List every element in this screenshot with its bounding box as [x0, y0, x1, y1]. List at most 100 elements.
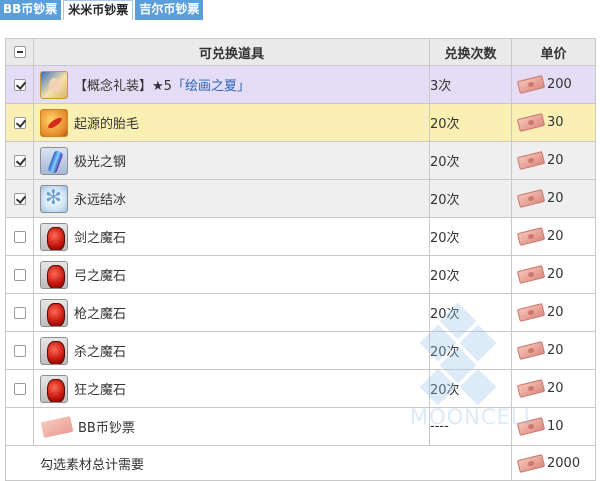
price-cell: 20: [511, 141, 596, 180]
phoenix-feather-icon: [40, 108, 68, 137]
count-cell: 20次: [429, 293, 512, 332]
price-cell: 20: [511, 255, 596, 294]
count-cell: 20次: [429, 369, 512, 408]
ticket-row: BB币钞票 ---- 10: [5, 407, 596, 446]
item-name: 杀之魔石: [74, 345, 127, 360]
item-name: 剑之魔石: [74, 231, 127, 246]
row-checkbox[interactable]: [13, 78, 26, 91]
row-checkbox-cell: [5, 255, 34, 294]
item-cell: 极光之钢: [33, 141, 430, 180]
item-cell: BB币钞票: [33, 407, 430, 446]
aurora-steel-icon: [40, 146, 68, 175]
item-name: 弓之魔石: [74, 269, 127, 284]
row-checkbox[interactable]: [13, 154, 26, 167]
row-checkbox[interactable]: [13, 230, 26, 243]
count-cell: 20次: [429, 141, 512, 180]
berserker-gem-icon: [40, 374, 68, 403]
lancer-gem-icon: [40, 298, 68, 327]
item-cell: 狂之魔石: [33, 369, 430, 408]
item-name: 永远结冰: [74, 193, 127, 208]
table-row: 剑之魔石 20次 20: [5, 217, 596, 256]
count-cell: 20次: [429, 179, 512, 218]
price-cell: 20: [511, 293, 596, 332]
mimi-ticket-icon: [516, 417, 546, 436]
price-value: 10: [547, 419, 564, 434]
item-name: 极光之钢: [74, 155, 127, 170]
table-row: 永远结冰 20次 20: [5, 179, 596, 218]
total-row: 勾选素材总计需要 2000: [5, 445, 596, 481]
price-value: 30: [547, 115, 564, 130]
row-checkbox[interactable]: [13, 192, 26, 205]
table-row: 弓之魔石 20次 20: [5, 255, 596, 294]
mimi-ticket-icon: [516, 379, 546, 398]
item-prefix: 【概念礼装】★5: [74, 79, 172, 94]
price-value: 200: [547, 77, 572, 92]
price-value: 20: [547, 343, 564, 358]
table-header-row: 可兑换道具 兑换次数 单价: [5, 38, 596, 66]
price-cell: 200: [511, 65, 596, 104]
select-all-header: [5, 38, 34, 66]
table-row: 杀之魔石 20次 20: [5, 331, 596, 370]
count-cell: 20次: [429, 331, 512, 370]
price-value: 20: [547, 229, 564, 244]
price-cell: 20: [511, 179, 596, 218]
price-value: 20: [547, 381, 564, 396]
item-cell: 杀之魔石: [33, 331, 430, 370]
total-label-cell: 勾选素材总计需要: [5, 445, 512, 481]
item-cell: 永远结冰: [33, 179, 430, 218]
row-checkbox[interactable]: [13, 306, 26, 319]
count-cell: 3次: [429, 65, 512, 104]
price-column-header: 单价: [511, 38, 596, 66]
count-column-header: 兑换次数: [429, 38, 512, 66]
mimi-ticket-icon: [516, 341, 546, 360]
eternal-ice-icon: [40, 184, 68, 213]
row-checkbox-cell: [5, 293, 34, 332]
table-row: 【概念礼装】★5 「绘画之夏」 3次 200: [5, 65, 596, 104]
mimi-ticket-icon: [516, 189, 546, 208]
price-cell: 30: [511, 103, 596, 142]
item-name: 枪之魔石: [74, 307, 127, 322]
mimi-ticket-icon: [516, 113, 546, 132]
tab-bb-ticket[interactable]: BB币钞票: [0, 0, 62, 20]
row-checkbox[interactable]: [13, 268, 26, 281]
row-checkbox[interactable]: [13, 116, 26, 129]
row-checkbox[interactable]: [13, 382, 26, 395]
row-checkbox-cell: [5, 331, 34, 370]
select-all-checkbox[interactable]: [13, 46, 26, 58]
item-cell: 起源的胎毛: [33, 103, 430, 142]
tab-gil-ticket[interactable]: 吉尔币钞票: [135, 0, 204, 20]
mimi-ticket-icon: [516, 303, 546, 322]
price-cell: 10: [511, 407, 596, 446]
price-cell: 20: [511, 369, 596, 408]
item-cell: 枪之魔石: [33, 293, 430, 332]
total-price-value: 2000: [547, 455, 581, 471]
item-name: BB币钞票: [78, 421, 135, 436]
row-checkbox-cell: [5, 141, 34, 180]
count-cell: ----: [429, 407, 512, 446]
mimi-ticket-icon: [516, 453, 546, 473]
mimi-ticket-icon: [516, 75, 546, 94]
price-value: 20: [547, 267, 564, 282]
price-cell: 20: [511, 331, 596, 370]
craft-essence-icon: [40, 70, 68, 99]
count-cell: 20次: [429, 255, 512, 294]
item-name: 狂之魔石: [74, 383, 127, 398]
count-cell: 20次: [429, 103, 512, 142]
item-column-header: 可兑换道具: [33, 38, 430, 66]
assassin-gem-icon: [40, 336, 68, 365]
price-cell: 20: [511, 217, 596, 256]
craft-essence-link[interactable]: 「绘画之夏」: [172, 75, 250, 94]
total-price-cell: 2000: [511, 445, 596, 481]
tab-mimi-ticket[interactable]: 米米币钞票: [63, 0, 134, 20]
bb-ticket-icon: [40, 415, 74, 438]
mimi-ticket-icon: [516, 227, 546, 246]
price-value: 20: [547, 191, 564, 206]
row-checkbox[interactable]: [13, 344, 26, 357]
saber-gem-icon: [40, 222, 68, 251]
table-row: 极光之钢 20次 20: [5, 141, 596, 180]
item-cell: 剑之魔石: [33, 217, 430, 256]
row-checkbox-cell: [5, 217, 34, 256]
price-value: 20: [547, 305, 564, 320]
price-value: 20: [547, 153, 564, 168]
mimi-ticket-icon: [516, 265, 546, 284]
